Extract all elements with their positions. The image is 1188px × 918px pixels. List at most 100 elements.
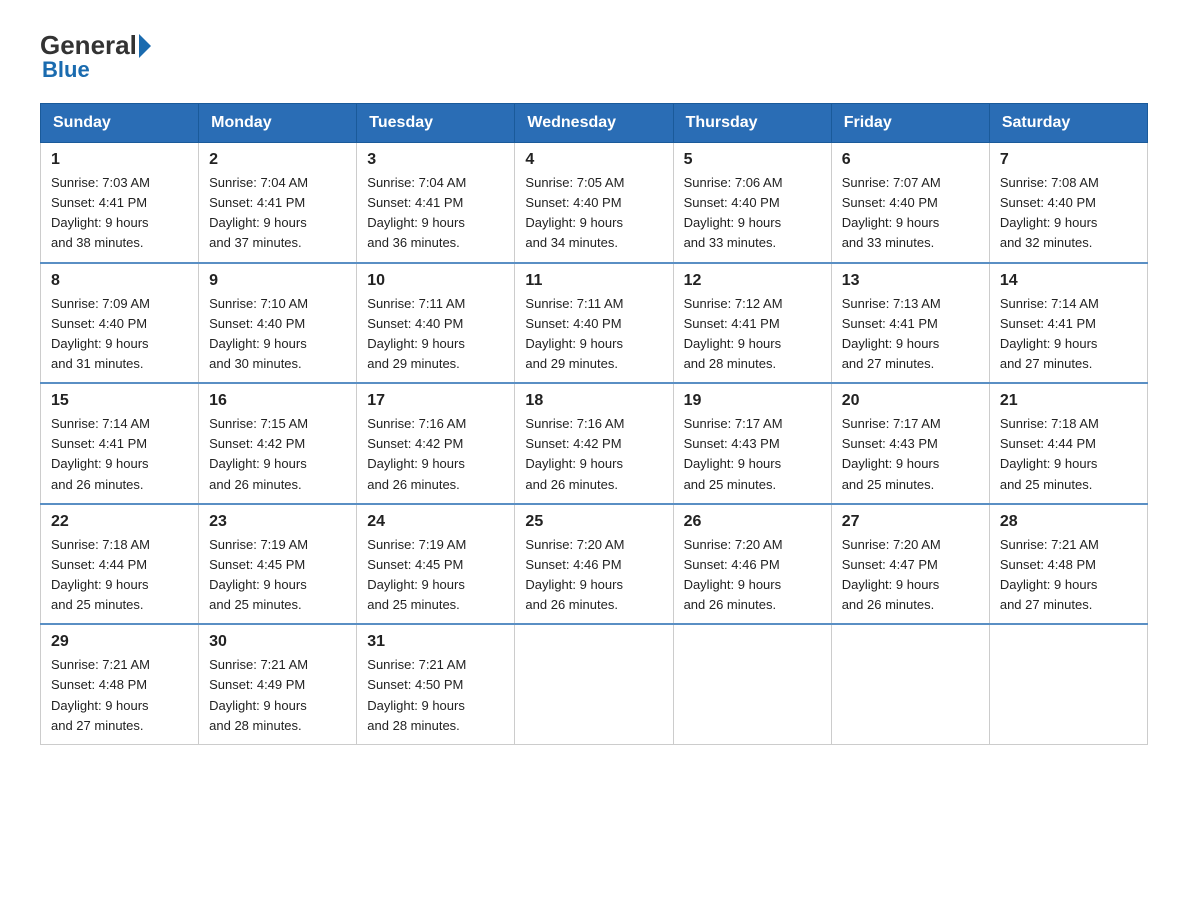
day-info: Sunrise: 7:21 AM Sunset: 4:50 PM Dayligh… [367, 655, 504, 736]
day-number: 12 [684, 272, 821, 290]
day-number: 22 [51, 513, 188, 531]
calendar-cell: 4 Sunrise: 7:05 AM Sunset: 4:40 PM Dayli… [515, 143, 673, 263]
calendar-cell: 19 Sunrise: 7:17 AM Sunset: 4:43 PM Dayl… [673, 383, 831, 504]
calendar-cell: 3 Sunrise: 7:04 AM Sunset: 4:41 PM Dayli… [357, 143, 515, 263]
calendar-cell: 12 Sunrise: 7:12 AM Sunset: 4:41 PM Dayl… [673, 263, 831, 384]
day-info: Sunrise: 7:06 AM Sunset: 4:40 PM Dayligh… [684, 173, 821, 254]
day-number: 6 [842, 151, 979, 169]
day-info: Sunrise: 7:21 AM Sunset: 4:49 PM Dayligh… [209, 655, 346, 736]
day-info: Sunrise: 7:08 AM Sunset: 4:40 PM Dayligh… [1000, 173, 1137, 254]
day-info: Sunrise: 7:11 AM Sunset: 4:40 PM Dayligh… [525, 294, 662, 375]
calendar-week-row: 8 Sunrise: 7:09 AM Sunset: 4:40 PM Dayli… [41, 263, 1148, 384]
calendar-cell: 14 Sunrise: 7:14 AM Sunset: 4:41 PM Dayl… [989, 263, 1147, 384]
calendar-cell: 20 Sunrise: 7:17 AM Sunset: 4:43 PM Dayl… [831, 383, 989, 504]
weekday-header-friday: Friday [831, 104, 989, 143]
day-number: 16 [209, 392, 346, 410]
calendar-cell: 7 Sunrise: 7:08 AM Sunset: 4:40 PM Dayli… [989, 143, 1147, 263]
day-number: 2 [209, 151, 346, 169]
day-info: Sunrise: 7:16 AM Sunset: 4:42 PM Dayligh… [525, 414, 662, 495]
day-info: Sunrise: 7:20 AM Sunset: 4:46 PM Dayligh… [525, 535, 662, 616]
day-number: 1 [51, 151, 188, 169]
day-number: 9 [209, 272, 346, 290]
calendar-week-row: 22 Sunrise: 7:18 AM Sunset: 4:44 PM Dayl… [41, 504, 1148, 625]
calendar-cell: 17 Sunrise: 7:16 AM Sunset: 4:42 PM Dayl… [357, 383, 515, 504]
day-number: 26 [684, 513, 821, 531]
day-number: 8 [51, 272, 188, 290]
day-info: Sunrise: 7:21 AM Sunset: 4:48 PM Dayligh… [51, 655, 188, 736]
calendar-cell: 1 Sunrise: 7:03 AM Sunset: 4:41 PM Dayli… [41, 143, 199, 263]
calendar-cell: 30 Sunrise: 7:21 AM Sunset: 4:49 PM Dayl… [199, 624, 357, 744]
calendar-cell: 24 Sunrise: 7:19 AM Sunset: 4:45 PM Dayl… [357, 504, 515, 625]
calendar-cell: 8 Sunrise: 7:09 AM Sunset: 4:40 PM Dayli… [41, 263, 199, 384]
calendar-table: SundayMondayTuesdayWednesdayThursdayFrid… [40, 103, 1148, 745]
day-number: 7 [1000, 151, 1137, 169]
day-info: Sunrise: 7:19 AM Sunset: 4:45 PM Dayligh… [209, 535, 346, 616]
calendar-cell: 23 Sunrise: 7:19 AM Sunset: 4:45 PM Dayl… [199, 504, 357, 625]
calendar-cell [831, 624, 989, 744]
day-info: Sunrise: 7:05 AM Sunset: 4:40 PM Dayligh… [525, 173, 662, 254]
weekday-header-row: SundayMondayTuesdayWednesdayThursdayFrid… [41, 104, 1148, 143]
day-number: 21 [1000, 392, 1137, 410]
day-info: Sunrise: 7:18 AM Sunset: 4:44 PM Dayligh… [51, 535, 188, 616]
calendar-cell: 31 Sunrise: 7:21 AM Sunset: 4:50 PM Dayl… [357, 624, 515, 744]
day-info: Sunrise: 7:19 AM Sunset: 4:45 PM Dayligh… [367, 535, 504, 616]
calendar-cell: 29 Sunrise: 7:21 AM Sunset: 4:48 PM Dayl… [41, 624, 199, 744]
day-info: Sunrise: 7:14 AM Sunset: 4:41 PM Dayligh… [51, 414, 188, 495]
day-info: Sunrise: 7:17 AM Sunset: 4:43 PM Dayligh… [842, 414, 979, 495]
day-info: Sunrise: 7:18 AM Sunset: 4:44 PM Dayligh… [1000, 414, 1137, 495]
calendar-cell: 21 Sunrise: 7:18 AM Sunset: 4:44 PM Dayl… [989, 383, 1147, 504]
logo: General Blue [40, 30, 153, 83]
day-info: Sunrise: 7:04 AM Sunset: 4:41 PM Dayligh… [209, 173, 346, 254]
weekday-header-thursday: Thursday [673, 104, 831, 143]
calendar-cell: 25 Sunrise: 7:20 AM Sunset: 4:46 PM Dayl… [515, 504, 673, 625]
day-number: 4 [525, 151, 662, 169]
calendar-week-row: 15 Sunrise: 7:14 AM Sunset: 4:41 PM Dayl… [41, 383, 1148, 504]
day-info: Sunrise: 7:14 AM Sunset: 4:41 PM Dayligh… [1000, 294, 1137, 375]
day-info: Sunrise: 7:07 AM Sunset: 4:40 PM Dayligh… [842, 173, 979, 254]
calendar-cell: 6 Sunrise: 7:07 AM Sunset: 4:40 PM Dayli… [831, 143, 989, 263]
day-number: 5 [684, 151, 821, 169]
calendar-cell: 28 Sunrise: 7:21 AM Sunset: 4:48 PM Dayl… [989, 504, 1147, 625]
day-number: 3 [367, 151, 504, 169]
day-info: Sunrise: 7:16 AM Sunset: 4:42 PM Dayligh… [367, 414, 504, 495]
day-number: 20 [842, 392, 979, 410]
calendar-cell: 11 Sunrise: 7:11 AM Sunset: 4:40 PM Dayl… [515, 263, 673, 384]
weekday-header-wednesday: Wednesday [515, 104, 673, 143]
day-info: Sunrise: 7:12 AM Sunset: 4:41 PM Dayligh… [684, 294, 821, 375]
day-number: 24 [367, 513, 504, 531]
calendar-week-row: 29 Sunrise: 7:21 AM Sunset: 4:48 PM Dayl… [41, 624, 1148, 744]
day-info: Sunrise: 7:13 AM Sunset: 4:41 PM Dayligh… [842, 294, 979, 375]
calendar-cell: 27 Sunrise: 7:20 AM Sunset: 4:47 PM Dayl… [831, 504, 989, 625]
day-number: 29 [51, 633, 188, 651]
day-number: 28 [1000, 513, 1137, 531]
calendar-cell [673, 624, 831, 744]
day-number: 18 [525, 392, 662, 410]
day-number: 31 [367, 633, 504, 651]
day-info: Sunrise: 7:04 AM Sunset: 4:41 PM Dayligh… [367, 173, 504, 254]
logo-arrow-icon [139, 34, 151, 58]
calendar-cell: 2 Sunrise: 7:04 AM Sunset: 4:41 PM Dayli… [199, 143, 357, 263]
day-number: 11 [525, 272, 662, 290]
day-info: Sunrise: 7:17 AM Sunset: 4:43 PM Dayligh… [684, 414, 821, 495]
day-number: 27 [842, 513, 979, 531]
day-info: Sunrise: 7:20 AM Sunset: 4:47 PM Dayligh… [842, 535, 979, 616]
calendar-cell: 13 Sunrise: 7:13 AM Sunset: 4:41 PM Dayl… [831, 263, 989, 384]
day-number: 14 [1000, 272, 1137, 290]
page-header: General Blue [40, 30, 1148, 83]
weekday-header-saturday: Saturday [989, 104, 1147, 143]
calendar-cell: 15 Sunrise: 7:14 AM Sunset: 4:41 PM Dayl… [41, 383, 199, 504]
weekday-header-monday: Monday [199, 104, 357, 143]
day-info: Sunrise: 7:11 AM Sunset: 4:40 PM Dayligh… [367, 294, 504, 375]
calendar-cell: 10 Sunrise: 7:11 AM Sunset: 4:40 PM Dayl… [357, 263, 515, 384]
day-info: Sunrise: 7:09 AM Sunset: 4:40 PM Dayligh… [51, 294, 188, 375]
day-info: Sunrise: 7:21 AM Sunset: 4:48 PM Dayligh… [1000, 535, 1137, 616]
day-number: 25 [525, 513, 662, 531]
calendar-cell: 22 Sunrise: 7:18 AM Sunset: 4:44 PM Dayl… [41, 504, 199, 625]
calendar-cell: 5 Sunrise: 7:06 AM Sunset: 4:40 PM Dayli… [673, 143, 831, 263]
calendar-week-row: 1 Sunrise: 7:03 AM Sunset: 4:41 PM Dayli… [41, 143, 1148, 263]
calendar-cell [515, 624, 673, 744]
day-number: 30 [209, 633, 346, 651]
calendar-cell: 18 Sunrise: 7:16 AM Sunset: 4:42 PM Dayl… [515, 383, 673, 504]
calendar-cell [989, 624, 1147, 744]
day-number: 23 [209, 513, 346, 531]
